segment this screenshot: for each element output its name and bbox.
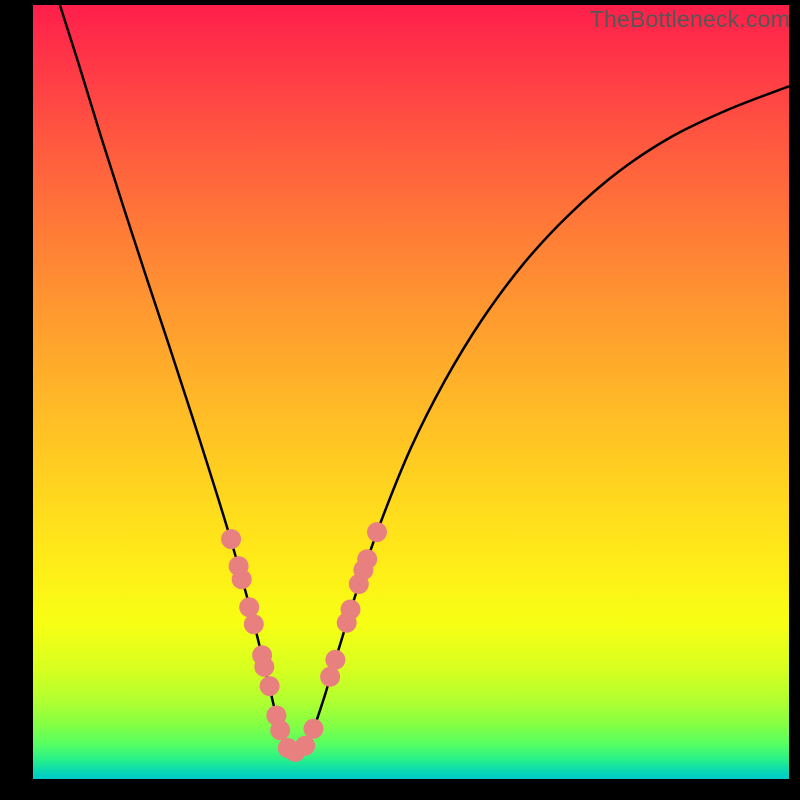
chart-plot-area xyxy=(33,5,789,779)
